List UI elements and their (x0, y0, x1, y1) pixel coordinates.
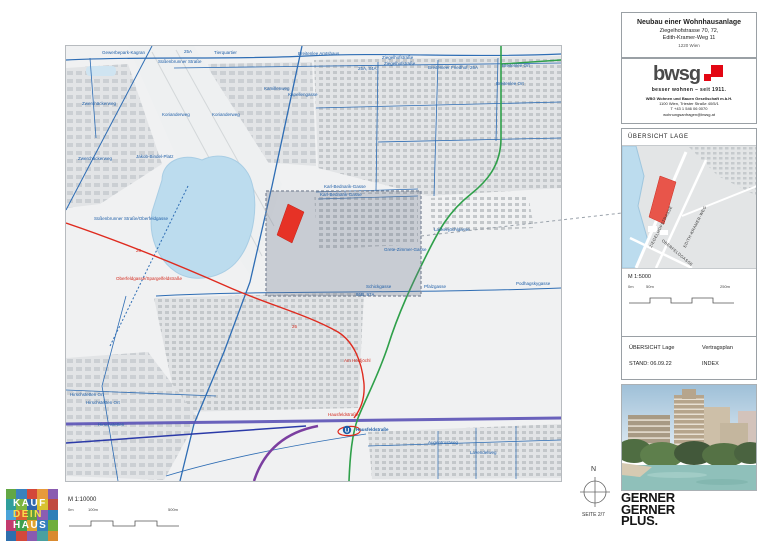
overview-scale-ticks: 0m 50m 250m (628, 284, 750, 291)
rendering-graphic (622, 385, 756, 490)
city-map-panel: U Gewerbepark-Kagran25ATierquartierBreit… (65, 45, 562, 482)
bwsg-squares-icon (703, 64, 725, 86)
scale-tick-label: 100m (88, 507, 98, 512)
page-number: SEITE 2/7 (582, 512, 605, 518)
map-street-label: Breitenleer Friedhof, 26A (428, 65, 478, 70)
map-street-label: Grete-Zimmer-Gasse (384, 247, 427, 252)
plan-info-table: ÜBERSICHT Lage Vertragsplan STAND: 06.09… (621, 336, 757, 380)
bwsg-wordmark: bwsg (653, 64, 700, 84)
logo-color-tile (16, 531, 26, 541)
scale-tick-label: 0m (628, 284, 634, 289)
map-street-label: Breitenlee Amtshaus (298, 51, 339, 56)
bwsg-logo: bwsg (622, 64, 756, 86)
map-street-label: EDITH-KRAMER-WEG (682, 205, 707, 248)
kaufdeinhaus-logo: KAUFDEINHAUS (6, 489, 58, 541)
map-street-label: Augentrostweg (428, 440, 458, 445)
project-rendering (621, 384, 757, 491)
map-street-label: Kapellengasse (288, 92, 318, 97)
map-street-label: Kamillenweg (264, 86, 290, 91)
logo-color-tile (48, 531, 58, 541)
architect-logo: GERNERGERNERPLUS. (621, 492, 675, 527)
project-title-block: Neubau einer Wohnhausanlage Ziegelhofstr… (621, 12, 757, 58)
map-street-label: 26 (136, 248, 141, 253)
map-street-label: Pfalzgasse (424, 284, 446, 289)
overview-scale-label: M 1:5000 (628, 274, 750, 280)
logo-word: KAUF (13, 498, 47, 509)
overview-section: ÜBERSICHT LAGE ZIEGELHOFSTRASSEEDITH-KRA… (621, 128, 757, 338)
map-street-label: 25A, 84A (358, 66, 377, 71)
logo-color-tile (37, 531, 47, 541)
plan-date: STAND: 06.09.22 (629, 361, 672, 367)
architect-logo-line: PLUS. (621, 515, 675, 527)
map-street-label: Ziegelhofstraße (382, 55, 413, 60)
map-street-label: Süßenbrunner Straße/Oberfeldgasse (94, 216, 168, 221)
map-street-label: 26 (292, 324, 297, 329)
scale-tick-label: 50m (646, 284, 654, 289)
logo-color-tile (6, 531, 16, 541)
scale-tick-label: 500m (168, 507, 178, 512)
logo-word: HAUS (13, 520, 47, 531)
map-labels-layer: Gewerbepark-Kagran 25A Tierquartier Breiten… (66, 46, 561, 481)
project-title: Neubau einer Wohnhausanlage (622, 19, 756, 26)
map-street-label: Am Heidjöchl (344, 358, 371, 363)
map-street-label: Lackenjöchlgasse (434, 227, 470, 232)
map-street-label: Korianderweg (212, 112, 240, 117)
map-street-label: Hirschstetten Ort (86, 400, 120, 405)
map-street-label: Zwerchäckerweg (82, 101, 116, 106)
plan-type: ÜBERSICHT Lage (629, 345, 674, 351)
map-street-label: Schickgasse (366, 284, 391, 289)
bwsg-tagline: besser wohnen – seit 1911. (622, 87, 756, 93)
logo-color-tile (48, 520, 58, 530)
logo-color-tile (48, 510, 58, 520)
project-city: 1220 Wien (622, 43, 756, 48)
compass-rose-icon (578, 472, 618, 516)
map-street-label: Breitenlee Ort (502, 63, 530, 68)
map-scale-ticks: 0m 100m 500m (68, 507, 188, 514)
logo-color-tile (48, 489, 58, 499)
map-street-label: Gewerbepark-Kagran (102, 50, 145, 55)
logo-wordmark: KAUFDEINHAUS (13, 498, 47, 531)
logo-color-tile (48, 499, 58, 509)
map-street-label: Breitenlee Ort (496, 81, 524, 86)
overview-section-title: ÜBERSICHT LAGE (622, 129, 756, 146)
map-scale: M 1:10000 0m 100m 500m (68, 497, 188, 529)
project-address-2: Edith-Kramer-Weg 11 (622, 35, 756, 41)
map-street-label: 95B, 97A (356, 292, 375, 297)
map-street-label: Lavendelweg (470, 450, 497, 455)
map-street-label: Korianderweg (162, 112, 190, 117)
scale-tick-label: 250m (720, 284, 730, 289)
map-street-label: Hirschstetten Ort (70, 392, 104, 397)
map-street-label: Hirschstetten (98, 422, 124, 427)
map-street-label: Hausfeldstraße (356, 427, 389, 432)
bwsg-block: bwsg besser wohnen – seit 1911. WBG Wohn… (621, 58, 757, 124)
logo-color-tile (27, 531, 37, 541)
plan-index: INDEX (702, 361, 719, 367)
overview-map: ZIEGELHOFSTRASSEEDITH-KRAMER-WEGOBERFELD… (622, 146, 756, 269)
compass: N SEITE 2/7 (578, 466, 618, 526)
scale-bar (68, 519, 180, 527)
bwsg-email: wohnungsanfragen@bwsg.at (622, 112, 756, 117)
map-street-label: Oberfeldgasse/Spargelfeldstraße (116, 276, 182, 281)
map-street-label: Ziegelhofstraße (384, 61, 415, 66)
map-street-label: Podhagskygasse (516, 281, 550, 286)
overview-scale-bar (628, 296, 734, 304)
overview-scale: M 1:5000 0m 50m 250m (622, 269, 756, 309)
map-scale-label: M 1:10000 (68, 497, 188, 503)
map-street-label: Hausfeldstraße (328, 412, 359, 417)
map-street-label: Tierquartier (214, 50, 237, 55)
plan-category: Vertragsplan (702, 345, 733, 351)
map-street-label: Karl-Bednarik-Gasse (320, 192, 362, 197)
map-street-label: Karl-Bednarik-Gasse (324, 184, 366, 189)
scale-tick-label: 0m (68, 507, 74, 512)
map-street-label: Jakob-Bindel-Platz (136, 154, 174, 159)
logo-word: DEIN (13, 509, 47, 520)
map-street-label: 25A (184, 49, 192, 54)
project-address-1: Ziegelhofstrasse 70, 72, (622, 28, 756, 34)
overview-labels-layer: ZIEGELHOFSTRASSEEDITH-KRAMER-WEGOBERFELD… (622, 146, 756, 268)
map-street-label: Zwerchäckerweg (78, 156, 112, 161)
map-street-label: Süßenbrunner Straße (158, 59, 202, 64)
